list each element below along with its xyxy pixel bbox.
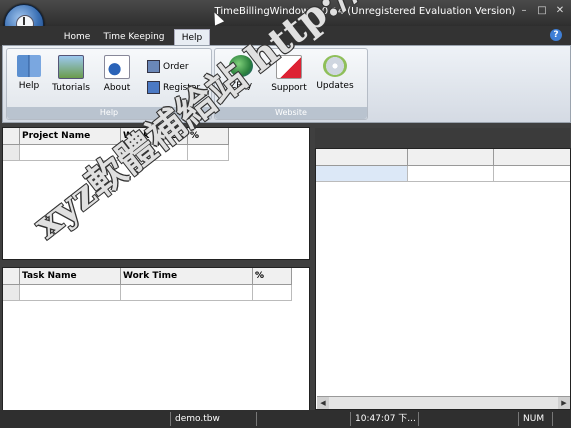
help-group: Help Tutorials About Order Register Help bbox=[6, 48, 212, 120]
tab-time-keeping[interactable]: Time Keeping bbox=[100, 29, 168, 46]
detail-cell-selected[interactable] bbox=[316, 166, 408, 182]
help-button[interactable]: Help bbox=[9, 55, 49, 91]
register-button[interactable]: Register bbox=[147, 81, 200, 94]
detail-grid-header bbox=[316, 149, 570, 166]
column-header-percent[interactable]: % bbox=[188, 128, 229, 144]
detail-cell[interactable] bbox=[408, 166, 494, 182]
minimize-button[interactable]: – bbox=[517, 5, 531, 17]
status-empty bbox=[552, 412, 571, 426]
support-button-label: Support bbox=[271, 83, 307, 93]
globe-icon bbox=[229, 55, 253, 77]
projects-panel: Project Name Work Time % bbox=[2, 127, 310, 260]
status-empty bbox=[418, 412, 518, 426]
tasks-panel: Task Name Work Time % bbox=[2, 267, 310, 411]
projects-grid-header: Project Name Work Time % bbox=[3, 128, 229, 145]
status-empty bbox=[256, 412, 350, 426]
row-header-corner bbox=[3, 128, 20, 144]
row-selector[interactable] bbox=[3, 285, 20, 301]
detail-panel-header bbox=[315, 128, 570, 148]
zpay-button-label: ZPay bbox=[229, 81, 253, 91]
close-button[interactable]: ✕ bbox=[553, 5, 567, 17]
book-icon bbox=[17, 55, 41, 77]
about-button-label: About bbox=[103, 83, 131, 93]
website-group-label: Website bbox=[215, 107, 367, 119]
order-button-label: Order bbox=[163, 62, 189, 72]
order-button[interactable]: Order bbox=[147, 60, 189, 73]
updates-icon bbox=[323, 55, 347, 77]
column-header-project-name[interactable]: Project Name bbox=[20, 128, 121, 144]
restore-button[interactable]: □ bbox=[535, 5, 549, 17]
detail-column-header-2[interactable] bbox=[408, 149, 494, 165]
updates-button-label: Updates bbox=[316, 81, 354, 91]
support-button[interactable]: Support bbox=[269, 55, 309, 93]
tutorials-button[interactable]: Tutorials bbox=[51, 55, 91, 93]
scroll-left-icon[interactable]: ◀ bbox=[317, 397, 329, 409]
work-time-cell[interactable] bbox=[121, 285, 253, 301]
detail-column-header-1[interactable] bbox=[316, 149, 408, 165]
status-bar: demo.tbw 10:47:07 下... NUM bbox=[0, 410, 571, 428]
column-header-percent[interactable]: % bbox=[253, 268, 292, 284]
percent-cell[interactable] bbox=[188, 145, 229, 161]
help-question-icon[interactable]: ? bbox=[550, 29, 562, 41]
website-group: ZPay Support Updates Website bbox=[214, 48, 368, 120]
help-button-label: Help bbox=[18, 81, 40, 91]
register-icon bbox=[147, 81, 160, 94]
row-selector[interactable] bbox=[3, 145, 20, 161]
detail-panel bbox=[315, 148, 571, 410]
detail-column-header-3[interactable] bbox=[494, 149, 570, 165]
picture-icon bbox=[58, 55, 84, 79]
row-header-corner bbox=[3, 268, 20, 284]
support-icon bbox=[276, 55, 302, 79]
project-name-cell[interactable] bbox=[20, 145, 121, 161]
detail-cell[interactable] bbox=[494, 166, 570, 182]
column-header-work-time[interactable]: Work Time bbox=[121, 268, 253, 284]
stopwatch-hand bbox=[23, 17, 25, 25]
status-time: 10:47:07 下... bbox=[350, 412, 418, 426]
tasks-grid-header: Task Name Work Time % bbox=[3, 268, 292, 285]
column-header-task-name[interactable]: Task Name bbox=[20, 268, 121, 284]
column-header-work-time[interactable]: Work Time bbox=[121, 128, 188, 144]
task-name-cell[interactable] bbox=[20, 285, 121, 301]
horizontal-scrollbar[interactable]: ◀ ▶ bbox=[317, 396, 570, 409]
cart-icon bbox=[147, 60, 160, 73]
status-num: NUM bbox=[518, 412, 552, 426]
register-button-label: Register bbox=[163, 83, 201, 93]
help-group-label: Help bbox=[7, 107, 211, 119]
tab-home[interactable]: Home bbox=[58, 29, 96, 46]
work-time-cell[interactable] bbox=[121, 145, 188, 161]
percent-cell[interactable] bbox=[253, 285, 292, 301]
tutorials-button-label: Tutorials bbox=[52, 83, 90, 93]
scroll-right-icon[interactable]: ▶ bbox=[558, 397, 570, 409]
zpay-button[interactable]: ZPay bbox=[221, 55, 261, 91]
window-title: TimeBillingWindow 1.0.14 (Unregistered E… bbox=[214, 6, 516, 17]
updates-button[interactable]: Updates bbox=[315, 55, 355, 91]
about-button[interactable]: About bbox=[97, 55, 137, 93]
info-icon bbox=[104, 55, 130, 79]
status-file: demo.tbw bbox=[170, 412, 256, 426]
